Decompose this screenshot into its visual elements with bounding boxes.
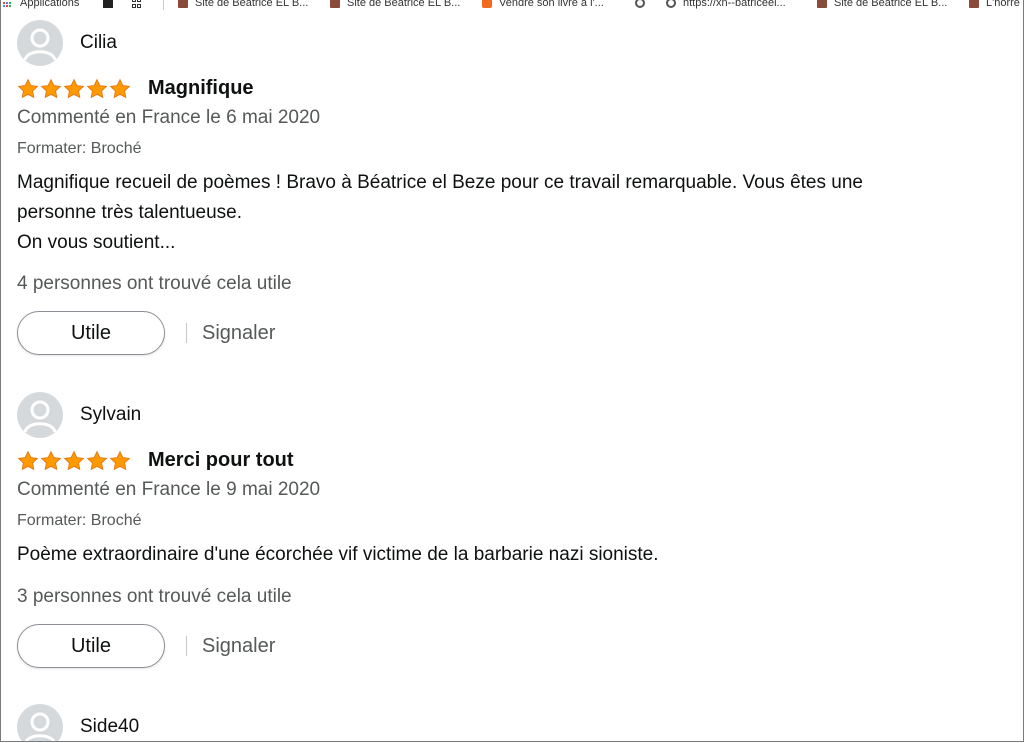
bookmark-applications[interactable]: Applications bbox=[3, 0, 79, 10]
review-body-line: On vous soutient... bbox=[17, 232, 176, 253]
globe-icon bbox=[635, 0, 645, 8]
star-icon bbox=[86, 450, 108, 470]
star-rating[interactable] bbox=[17, 450, 132, 472]
star-icon bbox=[17, 450, 39, 470]
bookmark-site-beatrice-2[interactable]: Site de Beatrice EL B... bbox=[330, 0, 460, 10]
star-icon bbox=[63, 78, 85, 98]
bookmark-globe[interactable] bbox=[635, 0, 652, 10]
review-body-line: Magnifique recueil de poèmes ! Bravo à B… bbox=[17, 172, 863, 193]
reviewer-name: Side40 bbox=[80, 716, 140, 737]
orange-favicon-icon bbox=[482, 0, 492, 8]
bookmarks-separator bbox=[163, 0, 164, 10]
bookmark-label: Applications bbox=[20, 0, 80, 9]
bookmark-square[interactable] bbox=[103, 0, 120, 10]
report-link[interactable]: Signaler bbox=[202, 322, 275, 345]
helpful-button[interactable]: Utile bbox=[17, 624, 165, 668]
square-icon bbox=[103, 0, 113, 8]
review-date: Commenté en France le 6 mai 2020 bbox=[17, 107, 321, 128]
action-divider bbox=[186, 636, 187, 656]
bookmark-label: https://xn--batriceel... bbox=[683, 0, 786, 9]
apps-grid-icon bbox=[3, 0, 13, 8]
review-body: Magnifique recueil de poèmes ! Bravo à B… bbox=[17, 168, 997, 258]
star-icon bbox=[40, 78, 62, 98]
bookmark-grid[interactable] bbox=[132, 0, 149, 10]
bookmark-lhorre[interactable]: L'horre bbox=[969, 0, 1020, 10]
review-format: Formater: Broché bbox=[17, 512, 142, 529]
photo-favicon-icon bbox=[178, 0, 188, 8]
bookmark-label: Site de Beatrice EL B... bbox=[347, 0, 461, 9]
rating-row: Magnifique bbox=[17, 77, 254, 100]
grid-icon bbox=[132, 0, 142, 8]
bookmark-vendre-livre[interactable]: Vendre son livre à l'... bbox=[482, 0, 604, 10]
action-divider bbox=[186, 323, 187, 343]
helpful-count: 3 personnes ont trouvé cela utile bbox=[17, 586, 292, 607]
bookmark-site-beatrice-1[interactable]: Site de Beatrice EL B... bbox=[178, 0, 308, 10]
review-body: Poème extraordinaire d'une écorchée vif … bbox=[17, 540, 997, 570]
avatar-icon bbox=[17, 392, 63, 438]
review-actions: Utile Signaler bbox=[17, 624, 275, 668]
helpful-count: 4 personnes ont trouvé cela utile bbox=[17, 273, 292, 294]
review-body-line: personne très talentueuse. bbox=[17, 202, 242, 223]
bookmarks-bar: Applications Site de Beatrice EL B... Si… bbox=[1, 0, 1023, 13]
avatar-icon bbox=[17, 704, 63, 741]
review-title[interactable]: Merci pour tout bbox=[148, 449, 294, 472]
reviewer-name: Sylvain bbox=[80, 404, 142, 425]
star-icon bbox=[17, 78, 39, 98]
bookmark-label: Site de Beatrice EL B... bbox=[834, 0, 948, 9]
bookmark-label: Vendre son livre à l'... bbox=[499, 0, 604, 9]
review-actions: Utile Signaler bbox=[17, 311, 275, 355]
star-icon bbox=[40, 450, 62, 470]
bookmark-xn-url[interactable]: https://xn--batriceel... bbox=[666, 0, 786, 10]
photo-favicon-icon bbox=[330, 0, 340, 8]
helpful-button[interactable]: Utile bbox=[17, 311, 165, 355]
bookmark-site-beatrice-3[interactable]: Site de Beatrice EL B... bbox=[817, 0, 947, 10]
bookmark-label: L'horre bbox=[986, 0, 1020, 9]
reviewer-name: Cilia bbox=[80, 32, 117, 53]
rating-row: Merci pour tout bbox=[17, 449, 294, 472]
reviewer-profile[interactable]: Cilia bbox=[17, 20, 117, 66]
photo-favicon-icon bbox=[817, 0, 827, 8]
reviewer-profile[interactable]: Side40 bbox=[17, 704, 140, 741]
review-title[interactable]: Magnifique bbox=[148, 77, 254, 100]
review-date: Commenté en France le 9 mai 2020 bbox=[17, 479, 321, 500]
report-link[interactable]: Signaler bbox=[202, 635, 275, 658]
star-icon bbox=[63, 450, 85, 470]
reviewer-profile[interactable]: Sylvain bbox=[17, 392, 141, 438]
review-page: Applications Site de Beatrice EL B... Si… bbox=[0, 0, 1024, 742]
review-body-line: Poème extraordinaire d'une écorchée vif … bbox=[17, 544, 659, 565]
avatar-icon bbox=[17, 20, 63, 66]
star-icon bbox=[109, 78, 131, 98]
photo-favicon-icon bbox=[969, 0, 979, 8]
bookmark-label: Site de Beatrice EL B... bbox=[195, 0, 309, 9]
star-rating[interactable] bbox=[17, 78, 132, 100]
globe-icon bbox=[666, 0, 676, 8]
review-format: Formater: Broché bbox=[17, 140, 142, 157]
star-icon bbox=[109, 450, 131, 470]
star-icon bbox=[86, 78, 108, 98]
